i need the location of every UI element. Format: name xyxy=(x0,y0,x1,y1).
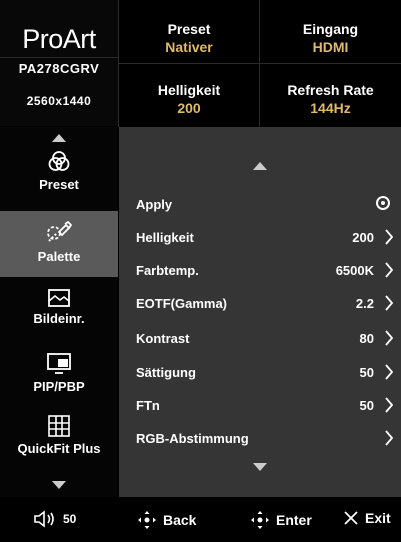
menu-item-color-temp[interactable]: Farbtemp. 6500K xyxy=(136,261,394,281)
speaker-icon xyxy=(34,510,54,528)
chevron-right-icon xyxy=(385,295,394,311)
image-icon xyxy=(48,289,70,307)
enter-button[interactable]: Enter xyxy=(250,510,312,530)
preset-icon xyxy=(48,151,70,171)
divider xyxy=(118,63,401,64)
osd-menu: ProArt PA278CGRV 2560x1440 Preset Native… xyxy=(0,0,401,542)
close-icon xyxy=(344,511,358,525)
chevron-right-icon xyxy=(385,397,394,413)
status-preset-value: Nativer xyxy=(165,39,213,55)
scroll-down-icon[interactable] xyxy=(52,481,66,489)
menu-item-label: FTn xyxy=(136,398,160,413)
menu-item-label: EOTF(Gamma) xyxy=(136,296,228,311)
grid-icon xyxy=(48,415,70,437)
chevron-right-icon xyxy=(385,330,394,346)
footer-bar: 50 Back Enter Exit xyxy=(0,498,401,542)
menu-item-label: Sättigung xyxy=(136,365,196,380)
sidebar-item-palette[interactable]: Palette xyxy=(0,211,118,277)
menu-item-brightness[interactable]: Helligkeit 200 xyxy=(136,228,394,248)
status-refresh: Refresh Rate 144Hz xyxy=(260,81,401,117)
menu-scroll-down-icon[interactable] xyxy=(253,463,267,471)
scroll-up-icon[interactable] xyxy=(52,134,66,142)
status-refresh-value: 144Hz xyxy=(310,100,351,116)
exit-button[interactable]: Exit xyxy=(343,510,391,526)
sidebar-item-label: Palette xyxy=(37,249,81,264)
menu-item-label: RGB-Abstimmung xyxy=(136,431,249,446)
volume-value: 50 xyxy=(63,512,77,526)
radio-selected-icon[interactable] xyxy=(376,196,390,210)
palette-icon xyxy=(47,221,72,242)
brand-block: ProArt PA278CGRV 2560x1440 xyxy=(0,0,118,126)
sidebar-item-label: PIP/PBP xyxy=(33,379,85,394)
menu-panel: Apply Helligkeit 200 Farbtemp. 6500K EOT… xyxy=(119,127,401,497)
menu-item-ftn[interactable]: FTn 50 xyxy=(136,396,394,416)
sidebar-item-label: Preset xyxy=(39,177,79,192)
volume-indicator[interactable]: 50 xyxy=(33,510,76,528)
menu-item-value: 6500K xyxy=(335,263,374,278)
status-input-value: HDMI xyxy=(312,39,349,55)
menu-item-gamma[interactable]: EOTF(Gamma) 2.2 xyxy=(136,294,394,314)
menu-item-value: 50 xyxy=(359,398,374,413)
back-button[interactable]: Back xyxy=(137,510,196,530)
joystick-icon xyxy=(138,511,156,529)
menu-item-label: Apply xyxy=(136,197,173,212)
menu-item-label: Kontrast xyxy=(136,331,190,346)
menu-item-value: 50 xyxy=(359,365,374,380)
model-name: PA278CGRV xyxy=(18,61,100,76)
menu-item-saturation[interactable]: Sättigung 50 xyxy=(136,363,394,383)
sidebar-item-image[interactable]: Bildeinr. xyxy=(0,289,118,349)
sidebar-item-label: QuickFit Plus xyxy=(17,441,101,456)
resolution: 2560x1440 xyxy=(26,94,92,108)
sidebar-item-pip[interactable]: PIP/PBP xyxy=(0,353,118,413)
chevron-right-icon xyxy=(385,229,394,245)
sidebar-item-quickfit[interactable]: QuickFit Plus xyxy=(0,415,118,475)
menu-item-apply[interactable]: Apply xyxy=(136,195,394,215)
chevron-right-icon xyxy=(385,430,394,446)
menu-item-value: 2.2 xyxy=(355,296,374,311)
sidebar-item-preset[interactable]: Preset xyxy=(0,149,118,209)
menu-item-rgb[interactable]: RGB-Abstimmung xyxy=(136,429,394,449)
joystick-icon xyxy=(251,511,269,529)
status-brightness-value: 200 xyxy=(177,100,201,116)
sidebar: Preset Palette Bildeinr. PIP/PBP QuickFi… xyxy=(0,127,118,497)
menu-scroll-up-icon[interactable] xyxy=(253,162,267,170)
chevron-right-icon xyxy=(385,262,394,278)
exit-label: Exit xyxy=(365,510,391,526)
menu-item-label: Helligkeit xyxy=(136,230,194,245)
status-refresh-label: Refresh Rate xyxy=(287,82,374,98)
sidebar-item-label: Bildeinr. xyxy=(33,311,85,326)
divider xyxy=(0,57,118,58)
menu-item-contrast[interactable]: Kontrast 80 xyxy=(136,329,394,349)
menu-item-label: Farbtemp. xyxy=(136,263,199,278)
enter-label: Enter xyxy=(276,512,312,528)
status-preset: Preset Nativer xyxy=(119,20,259,56)
chevron-right-icon xyxy=(385,364,394,380)
status-brightness: Helligkeit 200 xyxy=(119,81,259,117)
brand-logo: ProArt xyxy=(22,24,96,54)
status-brightness-label: Helligkeit xyxy=(157,82,221,98)
status-input-label: Eingang xyxy=(302,21,359,37)
back-label: Back xyxy=(163,512,197,528)
status-input: Eingang HDMI xyxy=(260,20,401,56)
menu-item-value: 80 xyxy=(359,331,374,346)
menu-item-value: 200 xyxy=(352,230,374,245)
status-preset-label: Preset xyxy=(167,21,211,37)
pip-icon xyxy=(47,353,71,374)
